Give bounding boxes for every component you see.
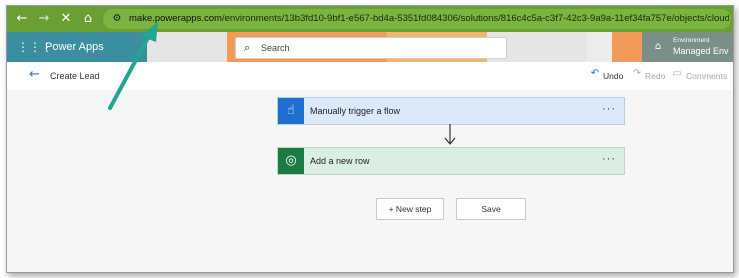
site-settings-icon[interactable]: ⚙: [111, 13, 123, 25]
save-button[interactable]: Save: [456, 198, 526, 220]
new-step-button[interactable]: + New step: [376, 198, 444, 220]
search-icon: ⌕: [244, 41, 251, 54]
home-icon[interactable]: ⌂: [79, 10, 97, 28]
back-arrow-icon[interactable]: ←: [29, 68, 43, 82]
header-band: [612, 32, 642, 62]
environment-value[interactable]: Managed Env: [673, 46, 729, 57]
url-host: make.powerapps.com: [129, 13, 222, 24]
action-step-card[interactable]: ◎ Add a new row ···: [277, 147, 625, 175]
touch-trigger-icon: ☝: [278, 98, 304, 124]
redo-icon[interactable]: ↷: [631, 68, 643, 80]
comments-button[interactable]: Comments: [686, 70, 727, 82]
step-label: Manually trigger a flow: [310, 106, 401, 116]
trigger-step-card[interactable]: ☝ Manually trigger a flow ···: [277, 97, 625, 125]
flow-title: Create Lead: [50, 71, 100, 81]
url-text[interactable]: make.powerapps.com/environments/13b3fd10…: [129, 12, 729, 26]
back-icon[interactable]: ←: [13, 10, 31, 28]
close-icon[interactable]: ✕: [57, 10, 75, 28]
command-bar: ← Create Lead ↶ Undo ↷ Redo ▭ Comments: [7, 62, 733, 90]
environment-label: Environment: [673, 37, 710, 44]
dataverse-icon: ◎: [278, 148, 304, 174]
app-header: ⋮⋮⋮ Power Apps ⌕ Search ⌂ Environment Ma…: [7, 32, 733, 62]
environment-icon[interactable]: ⌂: [652, 41, 664, 53]
flow-canvas: ☝ Manually trigger a flow ··· ◎ Add a ne…: [7, 90, 733, 272]
search-placeholder: Search: [261, 43, 290, 53]
address-bar[interactable]: ⚙ make.powerapps.com/environments/13b3fd…: [103, 9, 731, 29]
header-band: [147, 32, 227, 62]
step-connector-arrow: [444, 124, 456, 145]
url-path: /environments/13b3fd10-9bf1-e567-bd4a-53…: [221, 13, 729, 24]
browser-toolbar: ← → ✕ ⌂ ⚙ make.powerapps.com/environment…: [7, 6, 733, 32]
app-name[interactable]: Power Apps: [45, 40, 104, 54]
waffle-icon[interactable]: ⋮⋮⋮: [17, 40, 53, 54]
redo-button[interactable]: Redo: [645, 70, 665, 82]
undo-button[interactable]: Undo: [603, 70, 623, 82]
step-label: Add a new row: [310, 156, 370, 166]
more-options-icon[interactable]: ···: [602, 153, 616, 165]
undo-icon[interactable]: ↶: [589, 68, 601, 80]
forward-icon[interactable]: →: [35, 10, 53, 28]
browser-window: ← → ✕ ⌂ ⚙ make.powerapps.com/environment…: [6, 5, 734, 273]
more-options-icon[interactable]: ···: [602, 103, 616, 115]
comments-icon[interactable]: ▭: [671, 68, 683, 80]
search-input[interactable]: ⌕ Search: [235, 37, 507, 59]
